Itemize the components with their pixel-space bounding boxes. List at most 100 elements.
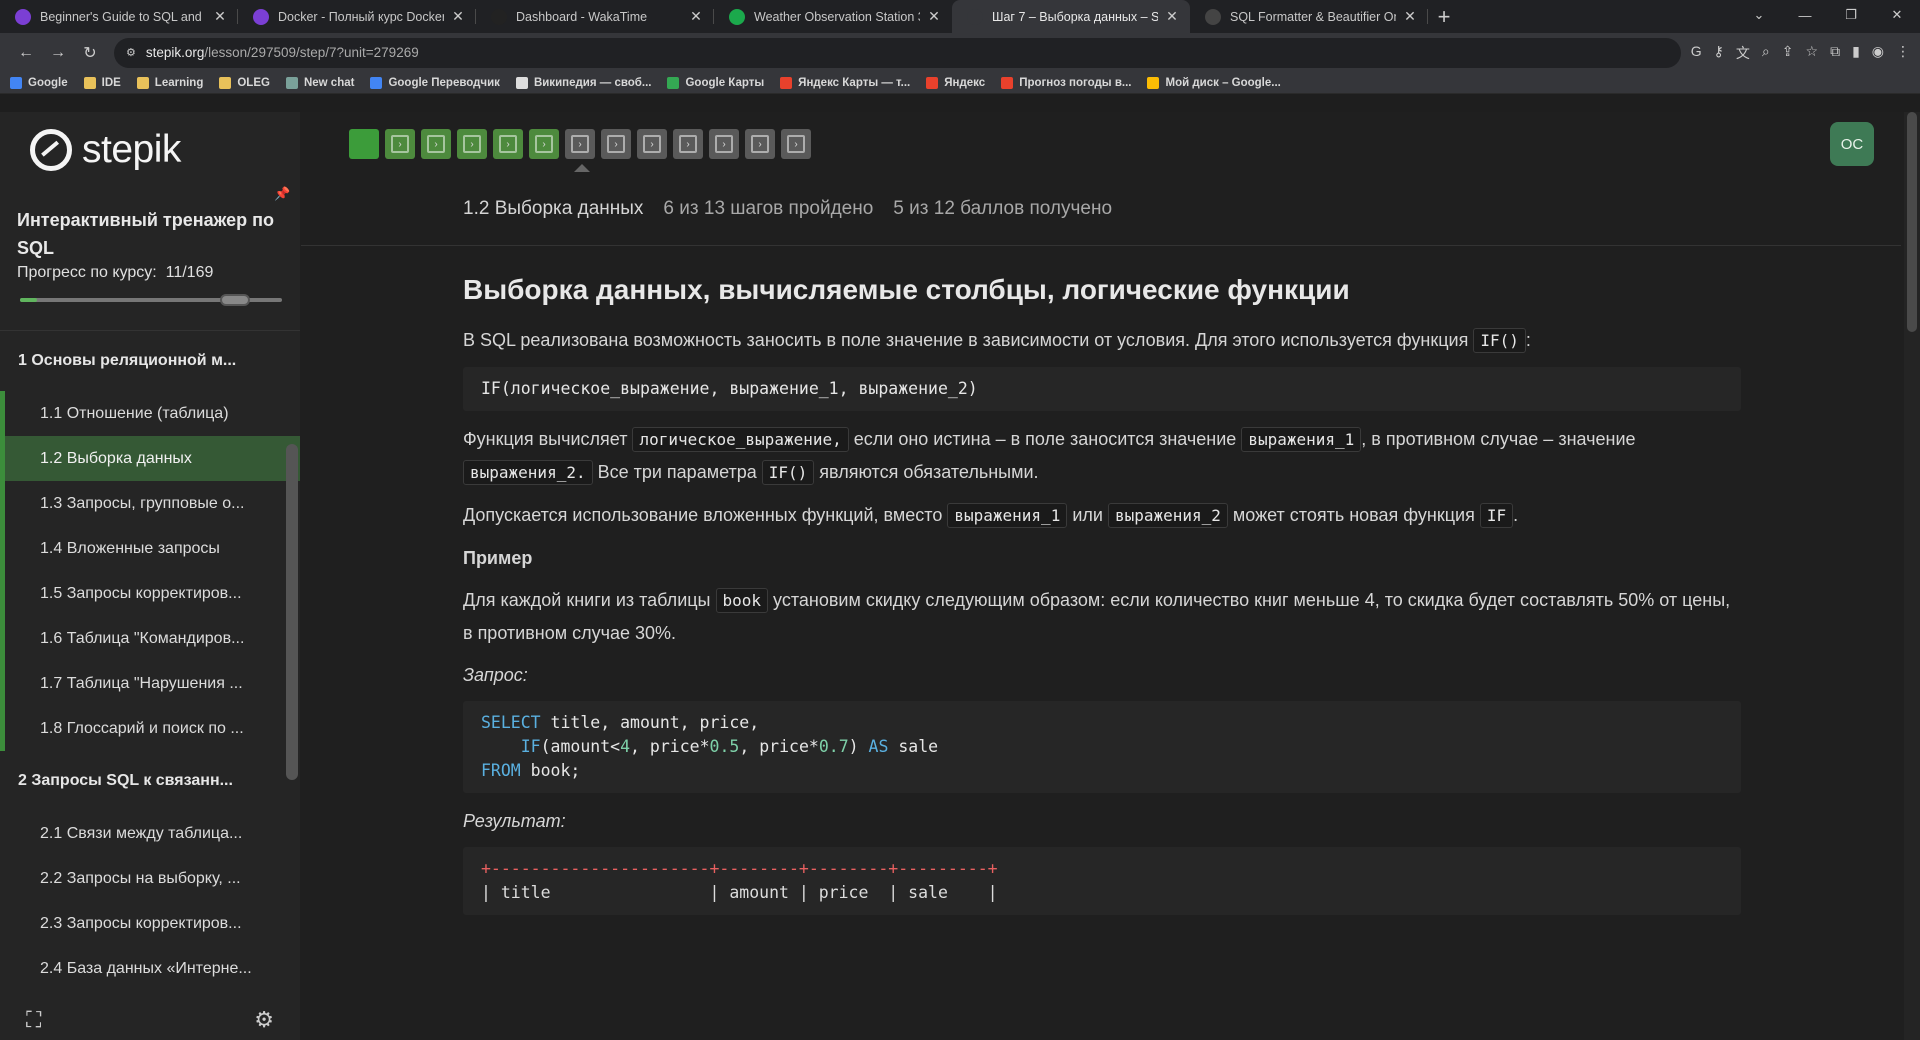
toc-lesson[interactable]: 1.6 Таблица "Командиров... <box>0 616 300 661</box>
browser-tab[interactable]: Шаг 7 – Выборка данных – Ste ✕ <box>952 0 1190 33</box>
browser-tab[interactable]: Docker - Полный курс Docker | ✕ <box>238 0 476 33</box>
toc-lesson[interactable]: 1.4 Вложенные запросы <box>0 526 300 571</box>
tab-search-icon[interactable]: ⌄ <box>1736 0 1782 30</box>
toc-lesson[interactable]: 2.3 Запросы корректиров... <box>0 901 300 946</box>
toc-section[interactable]: 1 Основы реляционной м... <box>0 331 300 391</box>
share-icon[interactable]: ⇪ <box>1782 43 1794 63</box>
browser-tab[interactable]: Weather Observation Station 3 | ✕ <box>714 0 952 33</box>
close-window-icon[interactable]: ✕ <box>1874 0 1920 30</box>
bookmark-item[interactable]: Мой диск – Google... <box>1147 76 1281 89</box>
page-scrollbar[interactable] <box>1904 112 1920 1040</box>
bookmark-label: Прогноз погоды в... <box>1019 76 1132 89</box>
pin-icon[interactable]: 📌 <box>274 186 290 202</box>
bookmark-item[interactable]: Прогноз погоды в... <box>1001 76 1132 89</box>
bookmark-icon <box>780 76 793 89</box>
close-tab-icon[interactable]: ✕ <box>688 8 704 25</box>
step-10[interactable]: › <box>673 129 703 159</box>
side-panel-icon[interactable]: ▮ <box>1852 43 1860 63</box>
step-1[interactable] <box>349 129 379 159</box>
step-13[interactable]: › <box>781 129 811 159</box>
site-info-icon[interactable]: ⚙ <box>126 46 136 59</box>
settings-gear-icon[interactable]: ⚙ <box>254 1007 274 1033</box>
bookmark-item[interactable]: New chat <box>285 76 354 89</box>
course-progress-bar <box>20 294 282 306</box>
step-code-icon: › <box>751 135 769 153</box>
toc-lesson[interactable]: 1.8 Глоссарий и поиск по ... <box>0 706 300 751</box>
profile-icon[interactable]: ◉ <box>1872 43 1884 63</box>
url-field[interactable]: ⚙ stepik.org /lesson/297509/step/7?unit=… <box>114 37 1681 68</box>
browser-tab[interactable]: SQL Formatter & Beautifier Onl ✕ <box>1190 0 1428 33</box>
toc-lesson[interactable]: 2.1 Связи между таблица... <box>0 811 300 856</box>
step-7[interactable]: › <box>565 129 595 159</box>
step-code-icon: › <box>535 135 553 153</box>
step-3[interactable]: › <box>421 129 451 159</box>
toc-lesson[interactable]: 1.3 Запросы, групповые о... <box>0 481 300 526</box>
stepik-logo[interactable]: stepik <box>0 112 300 187</box>
close-tab-icon[interactable]: ✕ <box>1402 8 1418 25</box>
fullscreen-icon[interactable]: ⛶ <box>26 1007 41 1033</box>
step-11[interactable]: › <box>709 129 739 159</box>
bookmark-item[interactable]: Яндекс <box>926 76 985 89</box>
result-block: +----------------------+--------+-------… <box>463 847 1741 915</box>
tab-title: Dashboard - WakaTime <box>516 9 648 24</box>
bookmark-item[interactable]: OLEG <box>219 76 270 89</box>
close-tab-icon[interactable]: ✕ <box>1164 8 1180 25</box>
step-8[interactable]: › <box>601 129 631 159</box>
step-code-icon: › <box>607 135 625 153</box>
back-icon[interactable]: ← <box>10 44 42 62</box>
menu-icon[interactable]: ⋮ <box>1896 43 1910 63</box>
close-tab-icon[interactable]: ✕ <box>212 8 228 25</box>
step-4[interactable]: › <box>457 129 487 159</box>
toc-section[interactable]: 2 Запросы SQL к связанн... <box>0 751 300 811</box>
bookmark-icon <box>515 76 528 89</box>
progress-value: 11/169 <box>165 264 214 281</box>
toc-lesson[interactable]: 1.5 Запросы корректиров... <box>0 571 300 616</box>
step-code-icon: › <box>427 135 445 153</box>
google-icon[interactable]: G <box>1691 43 1702 63</box>
step-5[interactable]: › <box>493 129 523 159</box>
extensions-icon[interactable]: ⧉ <box>1830 43 1840 63</box>
translate-icon[interactable]: 文 <box>1736 43 1750 63</box>
course-title[interactable]: Интерактивный тренажер по SQL <box>17 206 277 262</box>
result-label: Результат: <box>463 811 566 831</box>
bookmark-item[interactable]: IDE <box>83 76 121 89</box>
bookmark-item[interactable]: Learning <box>136 76 203 89</box>
step-2[interactable]: › <box>385 129 415 159</box>
reload-icon[interactable]: ↻ <box>74 43 106 63</box>
p3-code2: выражения_2 <box>1107 503 1228 528</box>
bookmark-item[interactable]: Википедия — своб... <box>515 76 651 89</box>
browser-tab[interactable]: Beginner's Guide to SQL and Po ✕ <box>0 0 238 33</box>
step-9[interactable]: › <box>637 129 667 159</box>
progress-fill <box>20 298 38 302</box>
toc-lesson[interactable]: 2.2 Запросы на выборку, ... <box>0 856 300 901</box>
purple-circle-icon <box>253 8 269 25</box>
toc-lesson[interactable]: 1.7 Таблица "Нарушения ... <box>0 661 300 706</box>
toc-lesson[interactable]: 1.1 Отношение (таблица) <box>0 391 300 436</box>
bookmark-item[interactable]: Google Карты <box>667 76 764 89</box>
user-avatar[interactable]: OC <box>1830 122 1874 166</box>
minimize-icon[interactable]: — <box>1782 0 1828 30</box>
close-tab-icon[interactable]: ✕ <box>926 8 942 25</box>
bookmark-star-icon[interactable]: ☆ <box>1806 43 1819 63</box>
new-tab-button[interactable]: + <box>1428 0 1460 33</box>
bookmark-item[interactable]: Google Переводчик <box>370 76 500 89</box>
toc-lesson[interactable]: 1.2 Выборка данных <box>0 436 300 481</box>
forward-icon[interactable]: → <box>42 44 74 62</box>
step-6[interactable]: › <box>529 129 559 159</box>
logo-text: stepik <box>82 127 181 171</box>
paragraph-3: Допускается использование вложенных функ… <box>463 499 1741 532</box>
browser-tab[interactable]: Dashboard - WakaTime ✕ <box>476 0 714 33</box>
restore-icon[interactable]: ❐ <box>1828 0 1874 30</box>
sidebar-scrollbar[interactable] <box>286 444 298 780</box>
p3-d: . <box>1513 505 1519 525</box>
key-icon[interactable]: ⚷ <box>1714 43 1724 63</box>
page-scroll-thumb[interactable] <box>1907 112 1917 332</box>
tab-title: Шаг 7 – Выборка данных – Ste <box>992 9 1158 24</box>
step-code-icon: › <box>391 135 409 153</box>
bookmark-item[interactable]: Google <box>10 76 68 89</box>
step-12[interactable]: › <box>745 129 775 159</box>
zoom-icon[interactable]: ⌕ <box>1762 43 1770 63</box>
close-tab-icon[interactable]: ✕ <box>450 8 466 25</box>
bookmark-item[interactable]: Яндекс Карты — т... <box>780 76 910 89</box>
toc-lesson[interactable]: 2.4 База данных «Интерне... <box>0 946 300 991</box>
